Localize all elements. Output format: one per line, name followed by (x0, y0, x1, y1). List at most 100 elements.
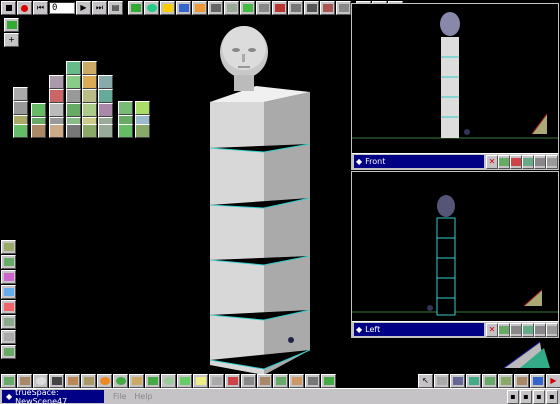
palette-tile[interactable] (135, 101, 150, 115)
palette-tile[interactable] (31, 124, 46, 138)
bottom-tool-button[interactable] (113, 374, 128, 388)
palette-tile[interactable] (98, 124, 113, 138)
tray-button[interactable]: ▪ (533, 389, 545, 404)
side-tool-button[interactable] (1, 345, 16, 359)
bottom-tool-button[interactable] (97, 374, 112, 388)
palette-tile[interactable] (66, 89, 81, 103)
bottom-tool-button[interactable] (257, 374, 272, 388)
front-close-button[interactable]: ✕ (486, 154, 498, 169)
palette-tile[interactable] (13, 124, 28, 138)
light-tool-button[interactable] (192, 1, 207, 15)
glue-tool-button[interactable] (240, 1, 255, 15)
left-eye-button[interactable] (546, 322, 558, 337)
measure-tool-button[interactable] (256, 1, 271, 15)
front-viewport[interactable]: ◆ Front ✕ (351, 3, 559, 170)
bottom-tool-button[interactable] (241, 374, 256, 388)
palette-tile[interactable] (82, 89, 97, 103)
palette-tile[interactable] (118, 101, 133, 115)
bottom-right-button[interactable] (466, 374, 481, 388)
tools-button[interactable] (288, 1, 303, 15)
bottom-right-button[interactable]: ↖ (418, 374, 433, 388)
left-viewport-title[interactable]: ◆ Left (354, 323, 484, 336)
info-button[interactable] (320, 1, 335, 15)
camera-tool-button[interactable] (208, 1, 223, 15)
bottom-right-button[interactable] (450, 374, 465, 388)
bottom-tool-button[interactable] (177, 374, 192, 388)
bottom-tool-button[interactable] (33, 374, 48, 388)
left-rotate-button[interactable] (522, 322, 534, 337)
palette-tile[interactable] (82, 75, 97, 89)
bottom-tool-button[interactable] (1, 374, 16, 388)
bottom-tool-button[interactable] (193, 374, 208, 388)
bottom-tool-button[interactable] (289, 374, 304, 388)
bottom-tool-button[interactable] (145, 374, 160, 388)
menu-file[interactable]: File (113, 392, 126, 401)
render-tool-button[interactable] (176, 1, 191, 15)
menu-help[interactable]: Help (134, 392, 152, 401)
bottom-right-button[interactable] (482, 374, 497, 388)
side-tool-button[interactable] (1, 330, 16, 344)
palette-tile[interactable] (98, 103, 113, 117)
left-view-button[interactable] (534, 322, 546, 337)
bottom-tool-button[interactable] (129, 374, 144, 388)
bottom-tool-button[interactable] (17, 374, 32, 388)
left-move-button[interactable] (498, 322, 510, 337)
palette-tile[interactable] (66, 75, 81, 89)
bottom-tool-button[interactable] (49, 374, 64, 388)
palette-tile[interactable] (66, 61, 81, 75)
palette-tile[interactable] (31, 103, 46, 117)
palette-tile[interactable] (49, 103, 64, 117)
front-eye-button[interactable] (546, 154, 558, 169)
side-tool-button[interactable] (1, 270, 16, 284)
bottom-tool-button[interactable] (225, 374, 240, 388)
bottom-right-button[interactable] (514, 374, 529, 388)
palette-tile[interactable] (118, 124, 133, 138)
palette-tile[interactable] (49, 75, 64, 89)
left-zoom-button[interactable] (510, 322, 522, 337)
palette-tile[interactable] (98, 89, 113, 103)
bottom-right-button[interactable] (530, 374, 545, 388)
palette-tile[interactable] (82, 61, 97, 75)
bottom-tool-button[interactable] (321, 374, 336, 388)
side-tool-button[interactable] (1, 300, 16, 314)
palette-tile[interactable] (49, 124, 64, 138)
tray-button[interactable]: ▪ (520, 389, 532, 404)
bottom-tool-button[interactable] (209, 374, 224, 388)
tray-button[interactable]: ▪ (507, 389, 519, 404)
bottom-right-button[interactable]: ▶ (546, 374, 560, 388)
bottom-tool-button[interactable] (65, 374, 80, 388)
bottom-tool-button[interactable] (161, 374, 176, 388)
left-viewport[interactable]: ◆ Left ✕ (351, 171, 559, 338)
palette-tile[interactable] (66, 124, 81, 138)
navigation-widget[interactable] (500, 338, 558, 372)
front-move-button[interactable] (498, 154, 510, 169)
task-button[interactable]: ◆ trueSpace: NewScene47 (2, 388, 104, 404)
unlink-button[interactable] (336, 1, 351, 15)
palette-tile[interactable] (135, 124, 150, 138)
bottom-right-button[interactable] (498, 374, 513, 388)
bottom-right-button[interactable] (434, 374, 449, 388)
scene-tool-button[interactable] (160, 1, 175, 15)
bottom-tool-button[interactable] (305, 374, 320, 388)
front-view-button[interactable] (534, 154, 546, 169)
side-tool-button[interactable] (1, 285, 16, 299)
deform-tool-button[interactable] (224, 1, 239, 15)
front-rotate-button[interactable] (522, 154, 534, 169)
palette-tile[interactable] (98, 75, 113, 89)
palette-tile[interactable] (49, 89, 64, 103)
front-viewport-title[interactable]: ◆ Front (354, 155, 484, 168)
palette-tile[interactable] (82, 124, 97, 138)
palette-tile[interactable] (66, 103, 81, 117)
side-tool-button[interactable] (1, 315, 16, 329)
left-close-button[interactable]: ✕ (486, 322, 498, 337)
side-tool-button[interactable] (1, 255, 16, 269)
palette-tile[interactable] (13, 101, 28, 115)
side-tool-button[interactable] (1, 240, 16, 254)
perspective-view[interactable] (160, 20, 350, 375)
hierarchy-button[interactable] (304, 1, 319, 15)
tray-button[interactable]: ▪ (546, 389, 558, 404)
bottom-tool-button[interactable] (273, 374, 288, 388)
unglue-tool-button[interactable] (272, 1, 287, 15)
bottom-tool-button[interactable] (81, 374, 96, 388)
palette-tile[interactable] (82, 103, 97, 117)
